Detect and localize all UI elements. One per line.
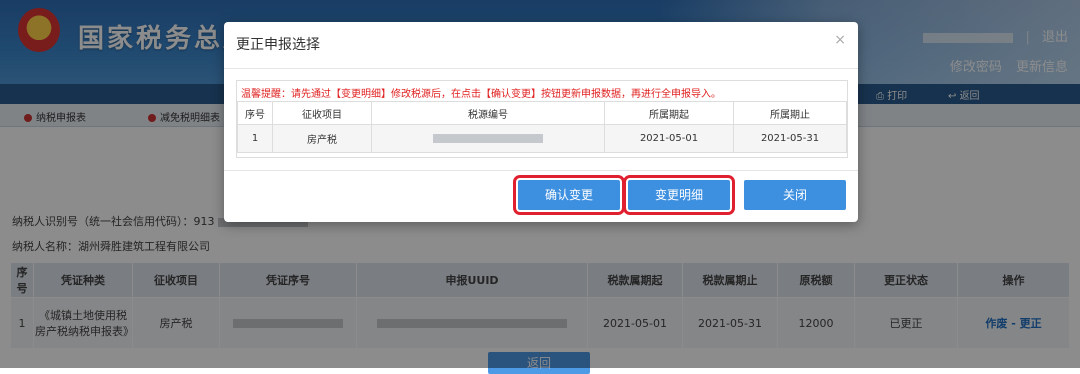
close-icon[interactable]: × xyxy=(834,32,846,48)
sub-col-start: 所属期起 xyxy=(604,101,734,125)
dialog-content: 温馨提醒：请先通过【变更明细】修改税源后，在点击【确认变更】按钮更新申报数据，再… xyxy=(236,80,848,158)
sub-cell-source-no xyxy=(371,124,605,153)
sub-cell-start: 2021-05-01 xyxy=(604,124,734,153)
tax-source-table: 序号 征收项目 税源编号 所属期起 所属期止 1 房产税 2021-05-01 … xyxy=(237,101,847,153)
close-button[interactable]: 关闭 xyxy=(744,180,846,210)
redacted-source-no xyxy=(433,133,543,143)
sub-col-end: 所属期止 xyxy=(733,101,847,125)
sub-cell-end: 2021-05-31 xyxy=(733,124,847,153)
correction-dialog: 更正申报选择 × 温馨提醒：请先通过【变更明细】修改税源后，在点击【确认变更】按… xyxy=(224,22,858,222)
sub-cell-index: 1 xyxy=(237,124,273,153)
sub-col-source-no: 税源编号 xyxy=(371,101,605,125)
warning-text: 温馨提醒：请先通过【变更明细】修改税源后，在点击【确认变更】按钮更新申报数据，再… xyxy=(241,89,721,100)
sub-header-row: 序号 征收项目 税源编号 所属期起 所属期止 xyxy=(237,101,847,125)
sub-col-item: 征收项目 xyxy=(272,101,372,125)
sub-cell-item: 房产税 xyxy=(272,124,372,153)
sub-col-index: 序号 xyxy=(237,101,273,125)
divider xyxy=(224,170,858,171)
dialog-title: 更正申报选择 xyxy=(236,37,320,53)
divider xyxy=(224,68,858,69)
confirm-change-button[interactable]: 确认变更 xyxy=(513,175,625,215)
table-row: 1 房产税 2021-05-01 2021-05-31 xyxy=(237,124,847,153)
change-detail-button[interactable]: 变更明细 xyxy=(623,175,735,215)
